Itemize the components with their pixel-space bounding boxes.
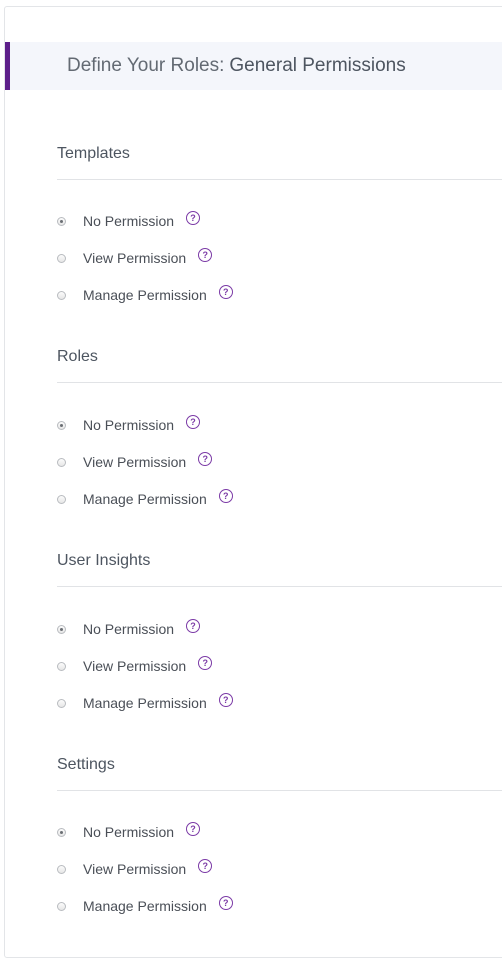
help-icon[interactable]: ?: [218, 285, 233, 299]
permission-option-view-permission[interactable]: View Permission ?: [57, 248, 213, 268]
section-title: User Insights: [57, 552, 151, 569]
option-label: View Permission: [83, 861, 187, 877]
help-icon[interactable]: ?: [186, 211, 201, 225]
radio-button[interactable]: [57, 698, 66, 708]
radio-button[interactable]: [57, 624, 66, 634]
page-title-main: General Permissions: [229, 55, 406, 76]
help-icon[interactable]: ?: [198, 248, 213, 262]
help-icon[interactable]: ?: [186, 415, 201, 429]
option-label: View Permission: [83, 454, 187, 470]
option-label: Manage Permission: [83, 898, 207, 914]
permission-option-no-permission[interactable]: No Permission ?: [57, 211, 201, 231]
permission-section-user-insights: User Insights No Permission ? View Permi…: [57, 550, 502, 711]
permission-section-settings: Settings No Permission ? View Permission…: [57, 754, 502, 914]
permission-option-view-permission[interactable]: View Permission ?: [57, 452, 213, 472]
radio-button[interactable]: [57, 216, 66, 226]
permission-option-manage-permission[interactable]: Manage Permission ?: [57, 489, 233, 509]
radio-button[interactable]: [57, 420, 66, 430]
divider: [57, 179, 502, 180]
radio-button[interactable]: [57, 290, 66, 300]
help-icon[interactable]: ?: [198, 656, 213, 670]
permission-option-manage-permission[interactable]: Manage Permission ?: [57, 896, 233, 916]
radio-button[interactable]: [57, 864, 66, 874]
help-icon[interactable]: ?: [186, 822, 201, 836]
option-label: No Permission: [83, 824, 175, 840]
help-icon[interactable]: ?: [186, 619, 201, 633]
radio-button[interactable]: [57, 494, 66, 504]
section-title: Settings: [57, 756, 115, 773]
permission-option-no-permission[interactable]: No Permission ?: [57, 619, 201, 639]
option-label: No Permission: [83, 213, 175, 229]
divider: [57, 790, 502, 791]
permission-option-no-permission[interactable]: No Permission ?: [57, 822, 201, 842]
option-label: No Permission: [83, 621, 175, 637]
divider: [57, 586, 502, 587]
radio-button[interactable]: [57, 253, 66, 263]
help-icon[interactable]: ?: [218, 489, 233, 503]
help-icon[interactable]: ?: [198, 859, 213, 873]
radio-button[interactable]: [57, 901, 66, 911]
radio-button[interactable]: [57, 827, 66, 837]
section-header: Define Your Roles: General Permissions: [5, 42, 502, 90]
permission-section-roles: Roles No Permission ? View Permission ? …: [57, 346, 502, 507]
help-icon[interactable]: ?: [218, 693, 233, 707]
permission-option-manage-permission[interactable]: Manage Permission ?: [57, 693, 233, 713]
divider: [57, 382, 502, 383]
help-icon[interactable]: ?: [218, 896, 233, 910]
radio-button[interactable]: [57, 661, 66, 671]
option-label: Manage Permission: [83, 287, 207, 303]
option-label: View Permission: [83, 250, 187, 266]
permission-section-templates: Templates No Permission ? View Permissio…: [57, 143, 502, 303]
permission-option-manage-permission[interactable]: Manage Permission ?: [57, 285, 233, 305]
option-label: View Permission: [83, 658, 187, 674]
help-icon[interactable]: ?: [198, 452, 213, 466]
permission-option-view-permission[interactable]: View Permission ?: [57, 859, 213, 879]
option-label: Manage Permission: [83, 491, 207, 507]
radio-button[interactable]: [57, 457, 66, 467]
page-title: Define Your Roles: General Permissions: [67, 55, 406, 77]
option-label: Manage Permission: [83, 695, 207, 711]
permission-option-no-permission[interactable]: No Permission ?: [57, 415, 201, 435]
option-label: No Permission: [83, 417, 175, 433]
permission-option-view-permission[interactable]: View Permission ?: [57, 656, 213, 676]
section-title: Roles: [57, 348, 98, 365]
section-title: Templates: [57, 145, 130, 162]
page-title-prefix: Define Your Roles:: [67, 55, 225, 76]
